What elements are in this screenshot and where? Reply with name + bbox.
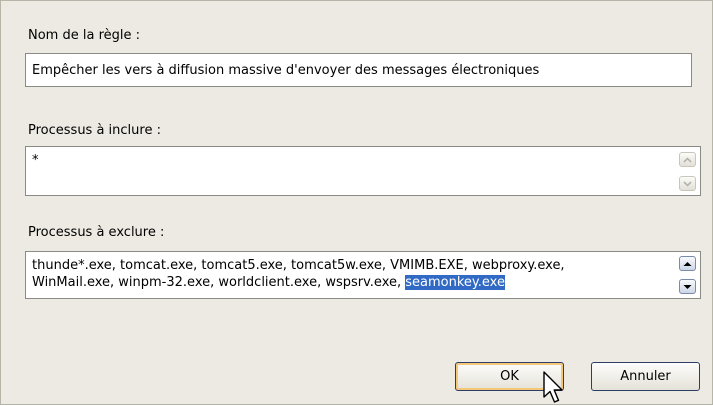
selected-text: seamonkey.exe <box>405 275 505 290</box>
exclude-scroll-down-button[interactable] <box>679 279 696 294</box>
rule-name-value: Empêcher les vers à diffusion massive d'… <box>32 63 540 78</box>
pointer-arrow-icon <box>543 371 563 403</box>
include-scrollbar[interactable] <box>679 150 697 192</box>
chevron-up-icon <box>683 261 692 266</box>
rule-name-label: Nom de la règle : <box>28 28 140 43</box>
chevron-down-icon <box>683 284 692 289</box>
exclude-scrollbar[interactable] <box>679 255 697 295</box>
chevron-down-icon <box>683 180 692 187</box>
include-scroll-up-button[interactable] <box>679 152 696 167</box>
exclude-processes-label: Processus à exclure : <box>28 225 165 240</box>
rule-dialog: Nom de la règle : Empêcher les vers à di… <box>0 0 713 405</box>
exclude-line-2: WinMail.exe, winpm-32.exe, worldclient.e… <box>32 274 565 291</box>
include-scroll-down-button[interactable] <box>679 176 696 191</box>
exclude-line-2-text: WinMail.exe, winpm-32.exe, worldclient.e… <box>32 275 406 290</box>
exclude-processes-textarea[interactable]: thunde*.exe, tomcat.exe, tomcat5.exe, to… <box>25 251 701 299</box>
chevron-up-icon <box>683 156 692 163</box>
include-processes-textarea[interactable]: * <box>25 146 701 196</box>
exclude-processes-value: thunde*.exe, tomcat.exe, tomcat5.exe, to… <box>32 257 565 291</box>
include-processes-value: * <box>32 153 39 168</box>
rule-name-input[interactable]: Empêcher les vers à diffusion massive d'… <box>25 53 692 87</box>
cancel-button[interactable]: Annuler <box>591 362 700 391</box>
include-processes-label: Processus à inclure : <box>28 123 161 138</box>
exclude-line-1: thunde*.exe, tomcat.exe, tomcat5.exe, to… <box>32 258 565 273</box>
exclude-scroll-up-button[interactable] <box>679 256 696 271</box>
